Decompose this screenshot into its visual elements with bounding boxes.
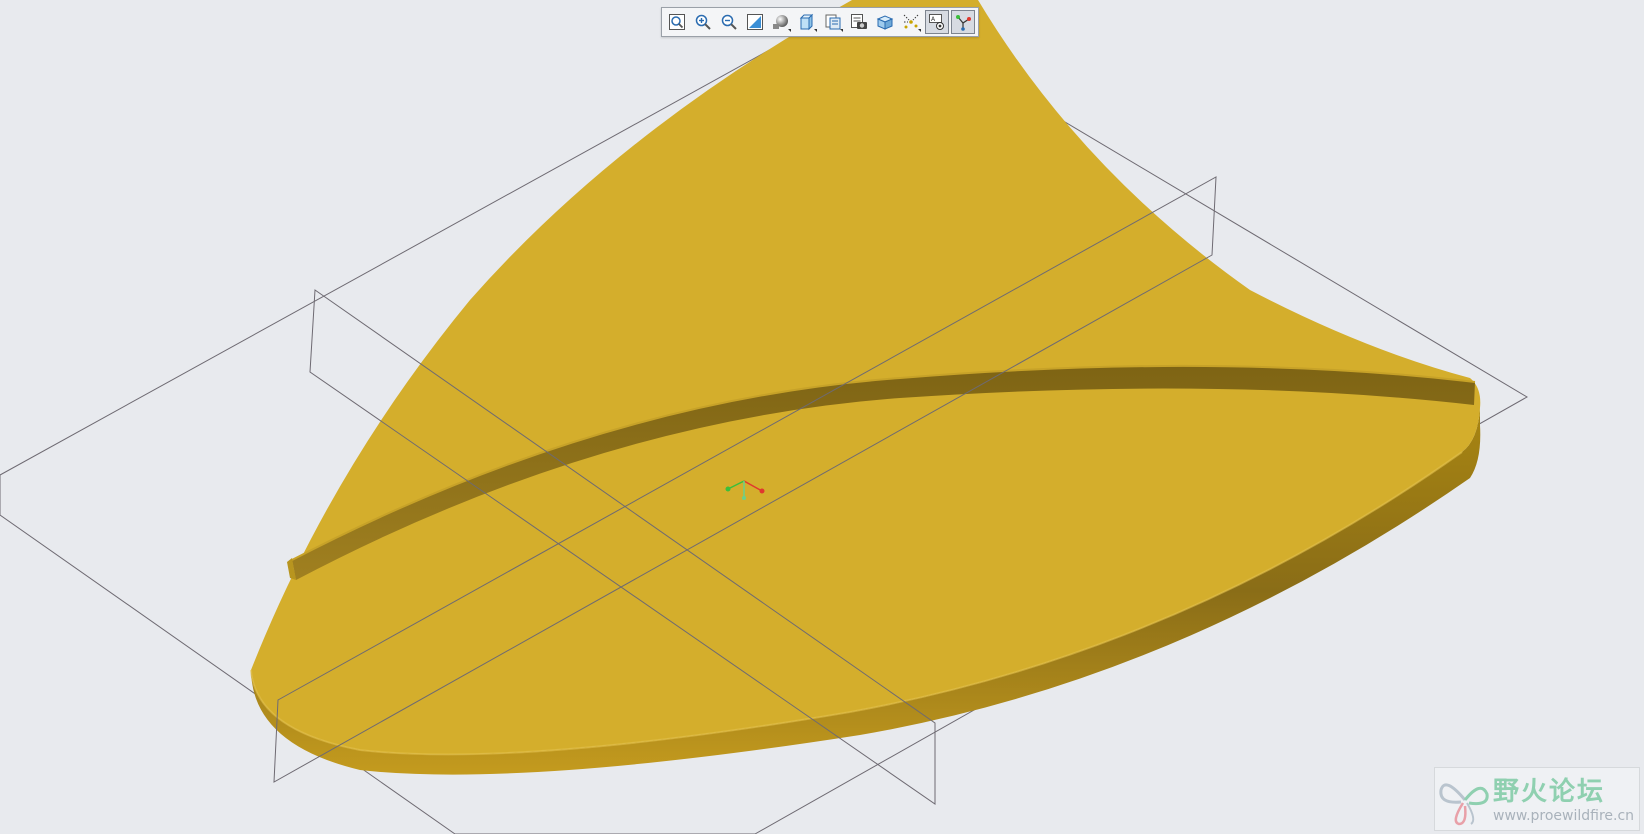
view-manager-button[interactable]: [847, 10, 871, 34]
watermark-url: www.proewildfire.cn: [1493, 808, 1635, 824]
zoom-in-button[interactable]: [691, 10, 715, 34]
spin-center-icon: [956, 15, 971, 31]
datum-display-button[interactable]: [899, 10, 923, 34]
csys-x-marker: [759, 488, 765, 494]
display-style-dropdown-arrow-icon: [788, 29, 791, 32]
zoom-out-button[interactable]: [717, 10, 741, 34]
csys-y-marker: [725, 486, 731, 492]
zoom-out-icon: [721, 14, 737, 30]
model-scene[interactable]: [0, 0, 1644, 834]
view-toolbar: A: [661, 7, 979, 37]
refit-button[interactable]: [665, 10, 689, 34]
saved-orientations-dropdown-arrow-icon: [814, 29, 817, 32]
repaint-button[interactable]: [743, 10, 767, 34]
display-style-button[interactable]: [769, 10, 793, 34]
named-views-dropdown-arrow-icon: [840, 29, 843, 32]
butterfly-logo-icon: [1439, 783, 1489, 826]
graphics-viewport[interactable]: A 野火论坛 www.proewildfire.cn: [0, 0, 1644, 834]
perspective-button[interactable]: [873, 10, 897, 34]
forum-watermark: 野火论坛 www.proewildfire.cn: [1434, 767, 1640, 831]
view-manager-icon: [851, 14, 867, 29]
annotation-display-button[interactable]: A: [925, 10, 949, 34]
watermark-title: 野火论坛: [1493, 777, 1606, 807]
refit-zoom-icon: [669, 14, 685, 30]
repaint-icon: [747, 14, 763, 30]
named-views-button[interactable]: [821, 10, 845, 34]
csys-z-marker: [742, 496, 746, 500]
datum-display-dropdown-arrow-icon: [918, 29, 921, 32]
zoom-in-icon: [695, 14, 711, 30]
perspective-cube-icon: [876, 15, 894, 30]
annotation-display-icon: A: [929, 14, 944, 30]
saved-orientations-button[interactable]: [795, 10, 819, 34]
spin-center-button[interactable]: [951, 10, 975, 34]
